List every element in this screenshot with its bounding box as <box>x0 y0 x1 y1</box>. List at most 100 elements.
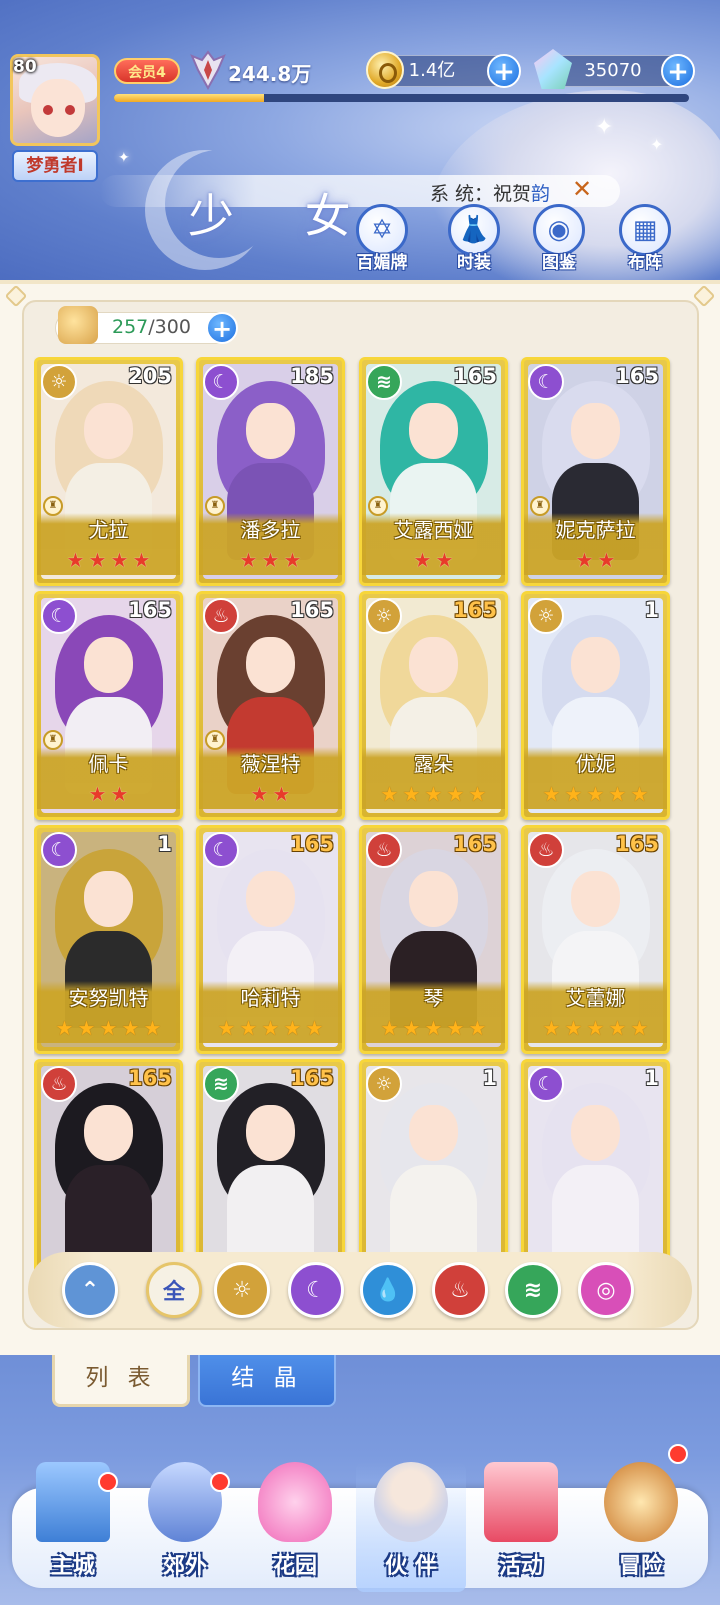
character-card[interactable]: ♨ 165 ♜ 薇涅特 ★ ★ <box>196 591 345 820</box>
star-icon: ★ <box>239 548 258 572</box>
nav-compass[interactable]: 冒险 <box>586 1444 696 1592</box>
character-card[interactable]: ☾ 1 安努凯特 ★ ★ ★ ★ ★ <box>34 825 183 1054</box>
nav-portal[interactable]: 郊外 <box>130 1462 240 1592</box>
character-card[interactable]: ☼ 1 优妮 ★ ★ ★ ★ ★ <box>521 591 670 820</box>
portrait-outfit <box>227 1164 314 1262</box>
collapse-filter-button[interactable]: ⌃ <box>62 1262 118 1318</box>
top-nav-gallery[interactable]: ◉ 图鉴 <box>526 204 592 273</box>
sun-element-icon: ☼ <box>232 1277 252 1303</box>
moon-element-icon: ☾ <box>41 598 77 634</box>
star-rating: ★ ★ ★ <box>199 549 342 575</box>
top-nav-fashion[interactable]: 👗 时装 <box>441 204 507 273</box>
star-icon: ★ <box>110 548 129 572</box>
nav-castle[interactable]: 主城 <box>18 1462 128 1592</box>
sun-element-icon: ☼ <box>41 364 77 400</box>
character-card[interactable]: ☼ 165 露朵 ★ ★ ★ ★ ★ <box>359 591 508 820</box>
close-icon[interactable]: ✕ <box>572 175 592 203</box>
character-card[interactable]: ♨165芙莉 <box>34 1059 183 1277</box>
star-rating: ★ ★ ★ ★ ★ <box>524 1017 667 1043</box>
moon-element-filter-button[interactable]: ☾ <box>288 1262 344 1318</box>
star-rating: ★ ★ ★ ★ ★ <box>524 783 667 809</box>
inventory-max: /300 <box>148 316 191 338</box>
character-card[interactable]: ☾ 165 哈莉特 ★ ★ ★ ★ ★ <box>196 825 345 1054</box>
water-element-filter-button[interactable]: 💧 <box>360 1262 416 1318</box>
fire-element-filter-button[interactable]: ♨ <box>432 1262 488 1318</box>
portrait-outfit <box>390 1164 477 1262</box>
sun-element-icon: ☼ <box>528 598 564 634</box>
expand-inventory-button[interactable]: + <box>206 312 238 344</box>
character-card[interactable]: ☾ 165 ♜ 妮克萨拉 ★ ★ <box>521 357 670 586</box>
star-icon: ★ <box>468 1016 487 1040</box>
character-card[interactable]: ♨ 165 艾蕾娜 ★ ★ ★ ★ ★ <box>521 825 670 1054</box>
sun-element-filter-button[interactable]: ☼ <box>214 1262 270 1318</box>
all-filter-button[interactable]: 全 <box>146 1262 202 1318</box>
combat-power-icon <box>190 50 226 90</box>
star-icon: ★ <box>608 1016 627 1040</box>
wind-element-filter-button[interactable]: ≋ <box>505 1262 561 1318</box>
nav-gift-box[interactable]: 活动 <box>466 1462 576 1592</box>
castle-icon <box>36 1462 110 1542</box>
character-name: 尤拉 <box>88 518 129 542</box>
star-rating: ★ ★ ★ ★ ★ <box>362 1017 505 1043</box>
star-icon: ★ <box>446 1016 465 1040</box>
character-name: 露朵 <box>413 752 454 776</box>
character-name: 琴 <box>423 986 444 1010</box>
vip-badge[interactable]: 会员4 <box>114 58 180 84</box>
character-card[interactable]: ≋ 165 ♜ 艾露西娅 ★ ★ <box>359 357 508 586</box>
collapse-icon: ⌃ <box>80 1277 100 1303</box>
character-card[interactable]: ☼1赛蒂 <box>359 1059 508 1277</box>
wind-element-icon: ≋ <box>523 1277 543 1303</box>
partner-avatar-icon <box>374 1462 448 1542</box>
character-card[interactable]: ≋165米诺斯 <box>196 1059 345 1277</box>
add-gems-button[interactable]: + <box>661 54 695 88</box>
portrait-face <box>246 870 295 927</box>
character-card[interactable]: ☾ 185 ♜ 潘多拉 ★ ★ ★ <box>196 357 345 586</box>
moon-element-icon: ☾ <box>528 1066 564 1102</box>
star-icon: ★ <box>597 548 616 572</box>
xp-bar <box>114 94 689 102</box>
top-nav-cards[interactable]: ✡ 百媚牌 <box>349 204 415 273</box>
avatar-eye <box>65 105 75 115</box>
star-icon: ★ <box>217 1016 236 1040</box>
character-card[interactable]: ☾ 165 ♜ 佩卡 ★ ★ <box>34 591 183 820</box>
orbit-element-icon: ◎ <box>596 1277 616 1303</box>
combat-power: 244.8万 <box>228 62 312 86</box>
character-card[interactable]: ♨ 165 琴 ★ ★ ★ ★ ★ <box>359 825 508 1054</box>
star-icon: ★ <box>564 1016 583 1040</box>
top-nav-label: 布阵 <box>628 253 662 273</box>
wind-element-icon: ≋ <box>366 364 402 400</box>
star-icon: ★ <box>608 782 627 806</box>
portrait-face <box>246 636 295 693</box>
star-icon: ★ <box>402 782 421 806</box>
star-rating: ★ ★ ★ ★ ★ <box>199 1017 342 1043</box>
portrait-outfit <box>65 1164 152 1262</box>
notification-dot <box>668 1444 688 1464</box>
star-rating: ★ ★ ★ ★ ★ <box>362 783 505 809</box>
character-card[interactable]: ☾1哈莉特 <box>521 1059 670 1277</box>
portrait-face <box>571 1104 620 1161</box>
fire-element-icon: ♨ <box>203 598 239 634</box>
tab-crystal[interactable]: 结 晶 <box>198 1355 336 1407</box>
top-nav-formation[interactable]: ▦ 布阵 <box>612 204 678 273</box>
character-grid: ☼ 205 ♜ 尤拉 ★ ★ ★ ★ ☾ 185 ♜ 潘多拉 ★ ★ ★ ≋ 165 ♜ 艾露西娅 ★ ★ ☾ 165 ♜ 妮克… <box>34 357 686 1277</box>
character-card[interactable]: ☼ 205 ♜ 尤拉 ★ ★ ★ ★ <box>34 357 183 586</box>
nav-heart-garden[interactable]: 花园 <box>240 1462 350 1592</box>
portrait-face <box>409 636 458 693</box>
star-icon: ★ <box>77 1016 96 1040</box>
add-coins-button[interactable]: + <box>487 54 521 88</box>
moon-element-icon: ☾ <box>306 1277 326 1303</box>
heart-garden-icon <box>258 1462 332 1542</box>
orbit-element-filter-button[interactable]: ◎ <box>578 1262 634 1318</box>
gem-value: 35070 <box>584 60 642 81</box>
character-level: 205 <box>128 364 172 388</box>
tab-list[interactable]: 列 表 <box>52 1355 190 1407</box>
portrait-face <box>409 870 458 927</box>
nav-label: 伙 伴 <box>385 1554 437 1579</box>
player-name[interactable]: 梦勇者I <box>12 150 98 182</box>
star-icon: ★ <box>305 1016 324 1040</box>
sparkle-icon: ✦ <box>118 150 130 166</box>
star-icon: ★ <box>564 782 583 806</box>
character-level: 165 <box>290 598 334 622</box>
nav-partner-avatar[interactable]: 伙 伴 <box>356 1462 466 1592</box>
portrait-face <box>84 870 133 927</box>
